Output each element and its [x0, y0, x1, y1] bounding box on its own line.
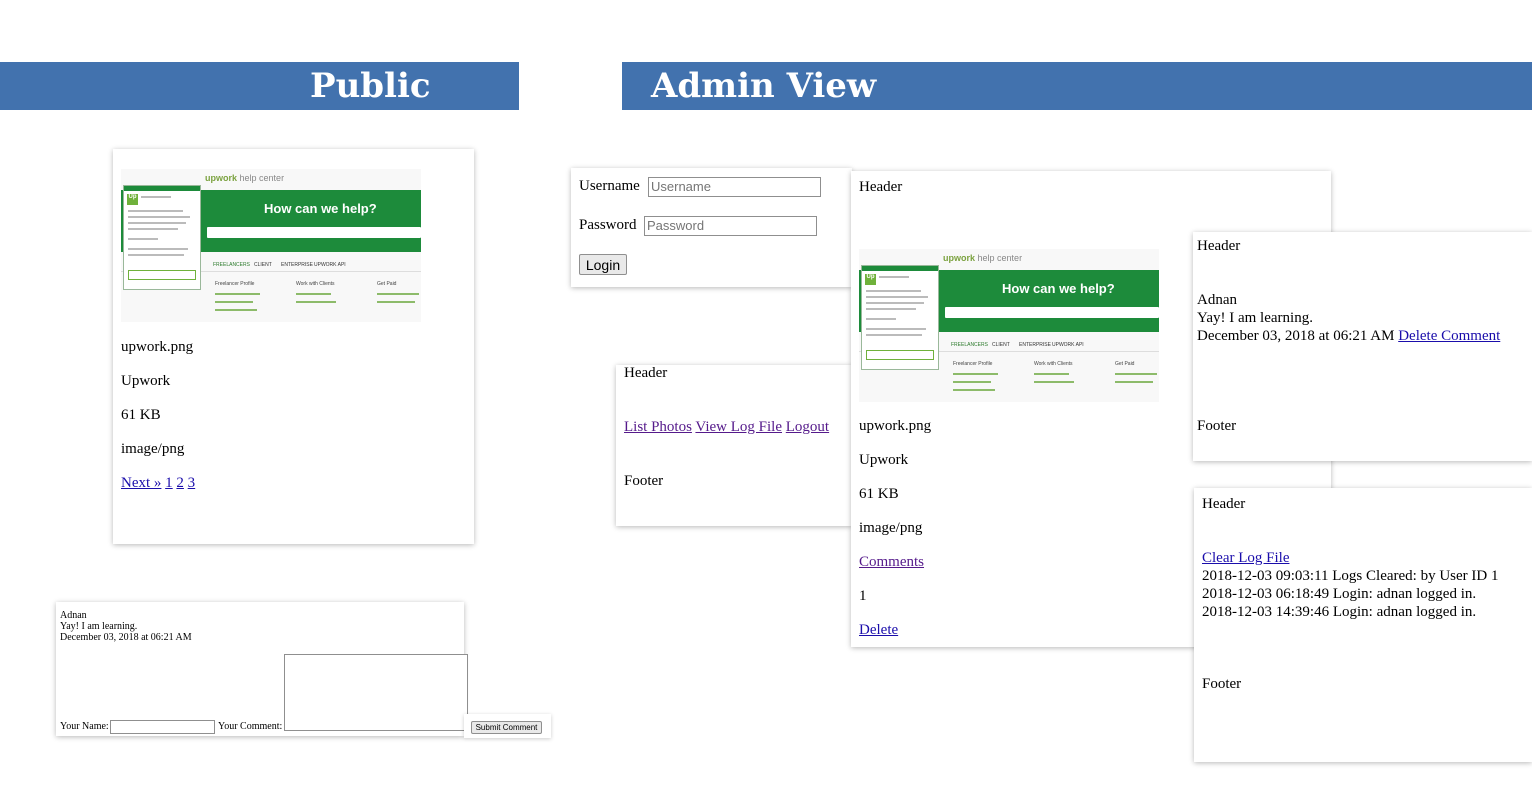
- link-line: [296, 293, 331, 295]
- admin-nav-card: Header List Photos View Log File Logout …: [616, 365, 852, 526]
- link-line: [953, 373, 998, 375]
- page-link-2[interactable]: 2: [176, 475, 184, 491]
- comment-card-footer: Footer: [1197, 418, 1237, 434]
- hero-search-bar: [207, 227, 421, 238]
- comment-label: Your Comment:: [218, 721, 283, 732]
- page-link-1[interactable]: 1: [165, 475, 173, 491]
- list-photos-link[interactable]: List Photos: [624, 419, 692, 435]
- admin-nav-links: List Photos View Log File Logout: [624, 419, 829, 436]
- hero-question: How can we help?: [1002, 281, 1115, 296]
- comment-body: Yay! I am learning.: [60, 621, 138, 632]
- tab-label: CLIENT: [254, 262, 272, 268]
- password-label: Password: [579, 217, 637, 233]
- public-comment-card: Adnan Yay! I am learning. December 03, 2…: [56, 602, 468, 736]
- comment-body: Yay! I am learning.: [1197, 310, 1313, 326]
- link-line: [953, 381, 991, 383]
- link-line: [377, 301, 415, 303]
- photo-type: image/png: [859, 520, 923, 536]
- next-page-link[interactable]: Next »: [121, 475, 161, 491]
- tab-label: CLIENT: [992, 342, 1010, 348]
- photo-size: 61 KB: [859, 486, 899, 502]
- pagination: Next » 1 2 3: [121, 475, 195, 492]
- admin-comment-card: Header Adnan Yay! I am learning. Decembe…: [1193, 232, 1532, 461]
- username-input[interactable]: Username: [648, 177, 821, 197]
- help-column: Get Paid: [377, 281, 397, 287]
- log-entry: 2018-12-03 06:18:49 Login: adnan logged …: [1202, 586, 1477, 602]
- delete-comment-link[interactable]: Delete Comment: [1398, 328, 1500, 344]
- photo-caption: Upwork: [121, 373, 171, 389]
- comments-link[interactable]: Comments: [859, 554, 924, 571]
- login-button[interactable]: Login: [579, 254, 627, 275]
- login-card: Username Username Password Password Logi…: [571, 168, 852, 287]
- photo-filename: upwork.png: [121, 339, 194, 355]
- tab-label: ENTERPRISE: [281, 262, 313, 268]
- photo-filename: upwork.png: [859, 418, 932, 434]
- log-card-footer: Footer: [1202, 676, 1242, 692]
- chat-avatar: Up: [865, 274, 876, 285]
- log-entry: 2018-12-03 09:03:11 Logs Cleared: by Use…: [1202, 568, 1499, 584]
- tab-label: ENTERPRISE: [1019, 342, 1051, 348]
- photo-size: 61 KB: [121, 407, 161, 423]
- comment-meta: December 03, 2018 at 06:21 AM Delete Com…: [1197, 328, 1500, 345]
- help-column: Work with Clients: [296, 281, 335, 287]
- chat-avatar: Up: [127, 194, 138, 205]
- tab-label: FREELANCERS: [951, 342, 988, 348]
- logout-link[interactable]: Logout: [786, 419, 829, 435]
- admin-photo-thumbnail[interactable]: upwork help center How can we help? FREE…: [859, 249, 1159, 402]
- link-line: [215, 309, 257, 311]
- link-line: [296, 301, 336, 303]
- photo-type: image/png: [121, 441, 185, 457]
- comment-author: Adnan: [1197, 292, 1237, 308]
- comment-card-header: Header: [1197, 238, 1241, 254]
- admin-log-card: Header Clear Log File 2018-12-03 09:03:1…: [1194, 488, 1532, 762]
- log-entry: 2018-12-03 14:39:46 Login: adnan logged …: [1202, 604, 1477, 620]
- comment-textarea[interactable]: [284, 654, 468, 731]
- comment-author: Adnan: [60, 610, 87, 621]
- admin-view-title: Admin View: [651, 66, 877, 106]
- tab-label: UPWORK API: [1052, 342, 1084, 348]
- tab-label: FREELANCERS: [213, 262, 250, 268]
- chat-panel: Up: [123, 185, 201, 290]
- link-line: [215, 301, 253, 303]
- comment-date: December 03, 2018 at 06:21 AM: [1197, 328, 1395, 344]
- admin-view-banner: Admin View: [622, 62, 1532, 110]
- public-photo-card: upwork help center How can we help? FREE…: [113, 149, 474, 544]
- link-line: [953, 389, 995, 391]
- upwork-logo: upwork help center: [943, 253, 1023, 263]
- photo-caption: Upwork: [859, 452, 909, 468]
- help-column: Work with Clients: [1034, 361, 1073, 367]
- help-column: Get Paid: [1115, 361, 1135, 367]
- help-column: Freelancer Profile: [953, 361, 993, 367]
- help-column: Freelancer Profile: [215, 281, 255, 287]
- submit-comment-button[interactable]: Submit Comment: [471, 721, 542, 734]
- photo-thumbnail[interactable]: upwork help center How can we help? FREE…: [121, 169, 421, 322]
- link-line: [1034, 381, 1074, 383]
- tab-label: UPWORK API: [314, 262, 346, 268]
- log-card-header: Header: [1202, 496, 1246, 512]
- photo-card-header: Header: [859, 179, 903, 195]
- nav-footer: Footer: [624, 473, 664, 489]
- password-input[interactable]: Password: [644, 216, 817, 236]
- delete-photo-link[interactable]: Delete: [859, 622, 898, 639]
- public-view-title: Public View: [310, 66, 431, 154]
- hero-search-bar: [945, 307, 1159, 318]
- page-link-3[interactable]: 3: [188, 475, 196, 491]
- view-log-file-link[interactable]: View Log File: [695, 419, 782, 435]
- name-input[interactable]: [110, 720, 215, 734]
- link-line: [1115, 373, 1157, 375]
- hero-question: How can we help?: [264, 201, 377, 216]
- link-line: [1115, 381, 1153, 383]
- username-label: Username: [579, 178, 640, 194]
- link-line: [1034, 373, 1069, 375]
- name-label: Your Name:: [60, 721, 109, 732]
- chat-panel: Up: [861, 265, 939, 370]
- link-line: [377, 293, 419, 295]
- clear-log-file-link[interactable]: Clear Log File: [1202, 550, 1289, 567]
- link-line: [215, 293, 260, 295]
- nav-header: Header: [624, 365, 668, 381]
- comments-count: 1: [859, 588, 867, 604]
- upwork-logo: upwork help center: [205, 173, 285, 183]
- public-view-banner: Public View: [0, 62, 519, 154]
- comment-date: December 03, 2018 at 06:21 AM: [60, 632, 192, 643]
